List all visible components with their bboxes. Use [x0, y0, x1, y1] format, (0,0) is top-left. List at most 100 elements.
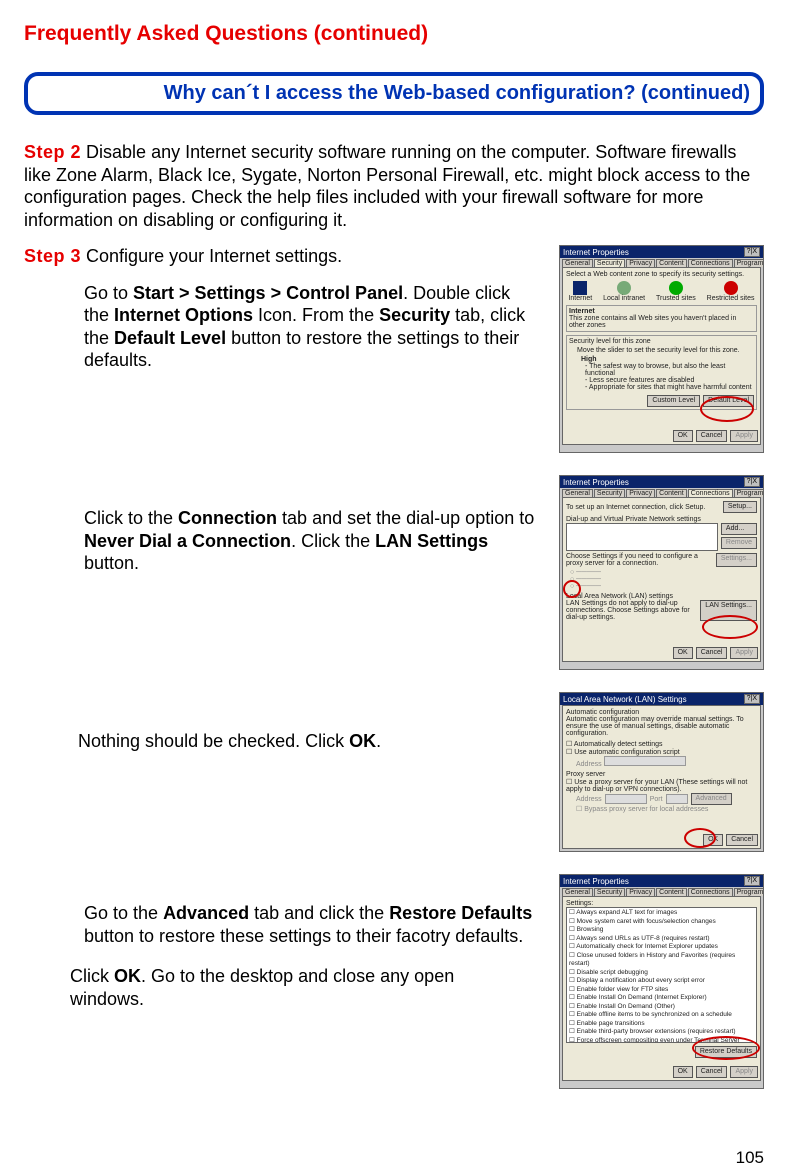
t: Icon. From the [253, 305, 379, 325]
t: Use automatic configuration script [574, 749, 679, 756]
t: Move the slider to set the security leve… [577, 347, 754, 354]
zone-icon: Trusted sites [656, 295, 696, 302]
t: Internet [569, 308, 754, 315]
t: Connection [178, 508, 277, 528]
dlg-title: Internet Properties [563, 478, 629, 487]
tab: General [562, 489, 593, 497]
tab: Security [594, 489, 625, 497]
dlg-tabs: GeneralSecurityPrivacyContentConnections… [560, 887, 763, 896]
step3-row-1: Step 3 Configure your Internet settings.… [24, 245, 764, 453]
t: High [581, 356, 754, 363]
step3-label: Step 3 [24, 246, 81, 266]
list-item: ☐ Enable third-party browser extensions … [569, 1028, 754, 1037]
t: To set up an Internet connection, click … [566, 504, 723, 511]
cancel-button: Cancel [696, 1066, 728, 1078]
t: Address [576, 796, 602, 803]
tab: Content [656, 259, 687, 267]
step3-intro: Step 3 Configure your Internet settings. [24, 245, 539, 268]
t: This zone contains all Web sites you hav… [569, 315, 754, 329]
default-level-button: Default Level [703, 395, 754, 407]
t: Go to [84, 283, 133, 303]
t: Automatic configuration [566, 709, 757, 716]
tab: Content [656, 489, 687, 497]
list-item: ☐ Close unused folders in History and Fa… [569, 952, 754, 969]
close-icon: ?|X [744, 477, 760, 487]
cancel-button: Cancel [696, 430, 728, 442]
heading-bar: Why can´t I access the Web-based configu… [24, 72, 764, 115]
tab: Programs [734, 259, 764, 267]
t: button. [84, 553, 139, 573]
tab: General [562, 259, 593, 267]
t: LAN Settings do not apply to dial-up con… [566, 600, 700, 621]
t: Port [650, 796, 663, 803]
t: Settings: [566, 900, 757, 907]
list-item: ☐ Enable page transitions [569, 1020, 754, 1029]
t: OK [114, 966, 141, 986]
cancel-button: Cancel [726, 834, 758, 846]
list-item: ☐ Enable offline items to be synchronize… [569, 1011, 754, 1020]
tab: Connections [688, 888, 733, 896]
t: button to restore these settings to thei… [84, 926, 523, 946]
zone-icon: Restricted sites [707, 295, 755, 302]
t: Automatic configuration may override man… [566, 716, 757, 737]
t: OK [349, 731, 376, 751]
screenshot-security-tab: Internet Properties?|X GeneralSecurityPr… [559, 245, 764, 453]
tab: Privacy [626, 259, 655, 267]
step3-block1: Go to Start > Settings > Control Panel. … [24, 282, 539, 372]
dlg-tabs: GeneralSecurityPrivacyContentConnections… [560, 488, 763, 497]
t: - Appropriate for sites that might have … [585, 384, 754, 391]
t: Click to the [84, 508, 178, 528]
close-icon: ?|X [744, 876, 760, 886]
t: Advanced [163, 903, 249, 923]
list-item: ☐ Force offscreen compositing even under… [569, 1037, 754, 1044]
checkbox-icon: ☐ [566, 741, 574, 748]
t: Choose Settings if you need to configure… [566, 553, 716, 567]
t: Automatically detect settings [574, 741, 663, 748]
t: Nothing should be checked. Click [78, 731, 349, 751]
t: Use a proxy server for your LAN (These s… [566, 779, 747, 793]
step3-row-2: Click to the Connection tab and set the … [24, 475, 764, 670]
list-item: ☐ Enable folder view for FTP sites [569, 986, 754, 995]
zone-icon: Local intranet [603, 295, 645, 302]
t: . [376, 731, 381, 751]
page-title: Frequently Asked Questions (continued) [24, 22, 764, 46]
dlg-title: Internet Properties [563, 248, 629, 257]
t: - The safest way to browse, but also the… [585, 363, 754, 377]
t: Bypass proxy server for local addresses [584, 806, 708, 813]
list-item: ☐ Enable Install On Demand (Internet Exp… [569, 994, 754, 1003]
t: Security level for this zone [569, 338, 754, 345]
list-item: ☐ Display a notification about every scr… [569, 977, 754, 986]
list-item: ☐ Always send URLs as UTF-8 (requires re… [569, 935, 754, 944]
t: Select a Web content zone to specify its… [566, 271, 757, 278]
apply-button: Apply [730, 647, 758, 659]
screenshot-connections-tab: Internet Properties ?|X GeneralSecurityPr… [559, 475, 764, 670]
page-number: 105 [736, 1148, 764, 1168]
checkbox-icon: ☐ [566, 779, 574, 786]
t: Internet Options [114, 305, 253, 325]
add-button: Add... [721, 523, 757, 535]
step3-block5: Click OK. Go to the desktop and close an… [24, 965, 530, 1010]
apply-button: Apply [730, 1066, 758, 1078]
t: Security [379, 305, 450, 325]
tab: Programs [734, 888, 764, 896]
ok-button: OK [703, 834, 723, 846]
t: Proxy server [566, 771, 757, 778]
list-item: ☐ Enable Install On Demand (Other) [569, 1003, 754, 1012]
tab: Connections [688, 489, 733, 497]
screenshot-advanced-tab: Internet Properties?|X GeneralSecurityPr… [559, 874, 764, 1089]
step2-label: Step 2 [24, 142, 81, 162]
settings-button: Settings... [716, 553, 757, 567]
t: Local Area Network (LAN) settings [566, 593, 757, 600]
advanced-button: Advanced [691, 793, 732, 805]
close-icon: ?|X [744, 694, 760, 704]
t: Click [70, 966, 114, 986]
t: tab and set the dial-up option to [277, 508, 534, 528]
dlg-title: Local Area Network (LAN) Settings [563, 695, 687, 704]
step2-paragraph: Step 2 Disable any Internet security sof… [24, 141, 764, 231]
setup-button: Setup... [723, 501, 757, 513]
tab: Privacy [626, 888, 655, 896]
step3-row-3: Nothing should be checked. Click OK. Loc… [24, 692, 764, 852]
t: Never Dial a Connection [84, 531, 291, 551]
cancel-button: Cancel [696, 647, 728, 659]
t: Address [576, 761, 602, 768]
